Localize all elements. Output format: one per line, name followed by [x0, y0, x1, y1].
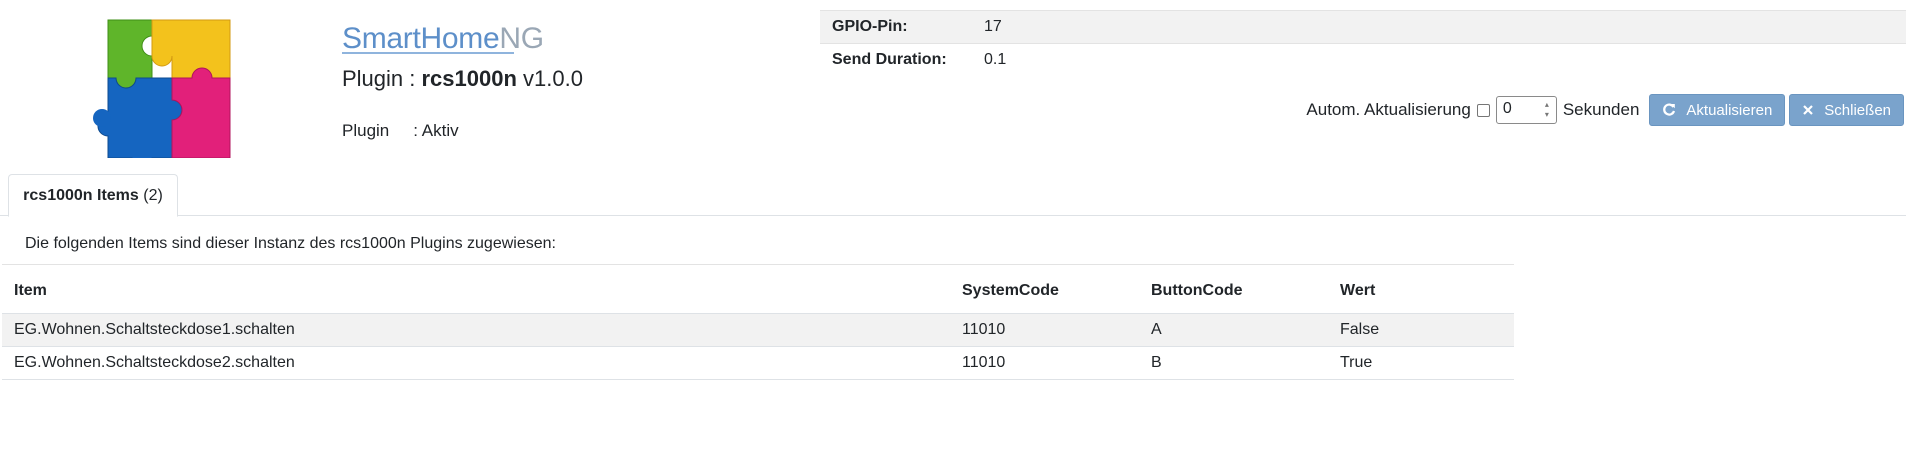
- items-description: Die folgenden Items sind dieser Instanz …: [25, 235, 556, 252]
- refresh-icon: [1663, 103, 1676, 116]
- table-row[interactable]: EG.Wohnen.Schaltsteckdose2.schalten 1101…: [2, 346, 1514, 380]
- info-value: 17: [972, 10, 1906, 44]
- close-icon: [1803, 105, 1814, 115]
- tab-bar: rcs1000n Items (2): [0, 174, 1906, 217]
- item-path: EG.Wohnen.Schaltsteckdose1.schalten: [2, 313, 950, 347]
- divider: [2, 264, 1514, 265]
- info-row: GPIO-Pin: 17: [820, 10, 1906, 44]
- column-header-buttoncode[interactable]: ButtonCode: [1139, 270, 1328, 314]
- system-code: 11010: [950, 313, 1139, 347]
- auto-refresh-label: Autom. Aktualisierung: [1306, 100, 1471, 119]
- plugin-name: rcs1000n: [421, 66, 517, 91]
- column-header-item[interactable]: Item: [2, 270, 950, 314]
- refresh-button-label: Aktualisieren: [1686, 101, 1773, 119]
- system-code: 11010: [950, 346, 1139, 380]
- auto-refresh-checkbox[interactable]: [1476, 103, 1490, 117]
- puzzle-logo-icon: [92, 18, 232, 169]
- plugin-status: Plugin: Aktiv: [342, 121, 459, 140]
- plugin-status-value: : Aktiv: [413, 121, 459, 140]
- tab-count: (2): [143, 186, 163, 204]
- plugin-version: v1.0.0: [523, 66, 583, 91]
- plugin-title: Plugin : rcs1000n v1.0.0: [342, 66, 583, 91]
- brand-underline: [342, 52, 514, 54]
- item-value: True: [1328, 346, 1514, 380]
- table-row[interactable]: EG.Wohnen.Schaltsteckdose1.schalten 1101…: [2, 313, 1514, 347]
- spinner-arrows-icon[interactable]: ▴ ▾: [1541, 100, 1553, 120]
- plugin-info-table: GPIO-Pin: 17 Send Duration: 0.1: [820, 10, 1906, 77]
- brand-logo: SmartHomeNG: [342, 10, 544, 55]
- close-button-label: Schließen: [1824, 101, 1891, 119]
- items-table: Item SystemCode ButtonCode Wert EG.Wohne…: [2, 270, 1514, 380]
- info-label: Send Duration:: [832, 51, 947, 69]
- info-row: Send Duration: 0.1: [820, 44, 1906, 77]
- item-value: False: [1328, 313, 1514, 347]
- close-button[interactable]: Schließen: [1789, 94, 1904, 126]
- tab-items[interactable]: rcs1000n Items (2): [8, 174, 178, 217]
- brand-name: SmartHomeNG: [342, 22, 544, 55]
- column-header-systemcode[interactable]: SystemCode: [950, 270, 1139, 314]
- info-value: 0.1: [984, 51, 1007, 69]
- refresh-controls: Autom. Aktualisierung 0 ▴ ▾ Sekunden Aktu…: [1306, 94, 1904, 126]
- refresh-button[interactable]: Aktualisieren: [1649, 94, 1786, 126]
- column-header-wert[interactable]: Wert: [1328, 270, 1514, 314]
- interval-unit-label: Sekunden: [1562, 100, 1640, 119]
- item-path: EG.Wohnen.Schaltsteckdose2.schalten: [2, 346, 950, 380]
- table-header-row: Item SystemCode ButtonCode Wert: [2, 270, 1514, 314]
- refresh-interval-input[interactable]: 0 ▴ ▾: [1495, 96, 1557, 124]
- info-label: GPIO-Pin:: [820, 10, 972, 44]
- button-code: B: [1139, 346, 1328, 380]
- button-code: A: [1139, 313, 1328, 347]
